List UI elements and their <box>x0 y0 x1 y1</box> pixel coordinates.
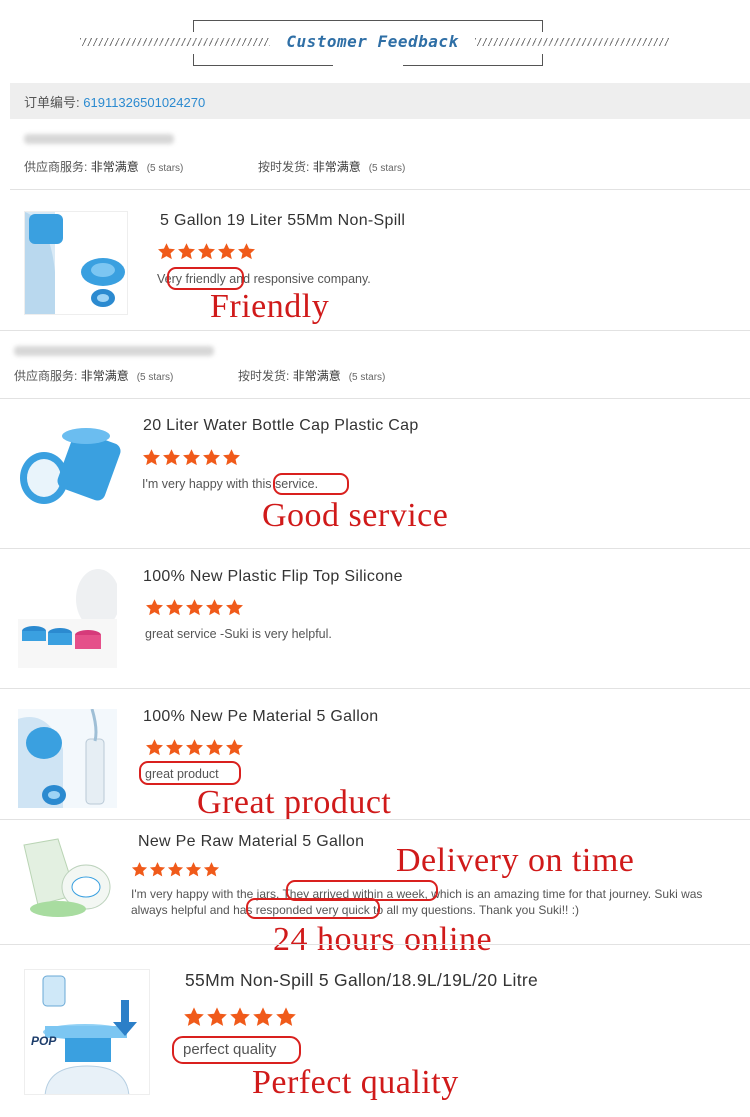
order-label: 订单编号: <box>24 95 80 110</box>
star-icon <box>198 243 215 260</box>
rating-stars-3 <box>145 598 244 617</box>
product-thumb-5[interactable] <box>18 835 114 925</box>
product-thumb-2[interactable] <box>14 416 128 516</box>
star-icon <box>226 599 243 616</box>
annotation-label-6: Perfect quality <box>252 1064 459 1101</box>
review-title-5[interactable]: New Pe Raw Material 5 Gallon <box>138 833 364 851</box>
divider <box>10 189 750 190</box>
order-bar: 订单编号: 61911326501024270 <box>10 83 750 119</box>
delivery-rating: 按时发货: 非常满意 (5 stars) <box>258 160 406 174</box>
review-title-3[interactable]: 100% New Plastic Flip Top Silicone <box>143 568 403 586</box>
divider <box>0 548 750 549</box>
divider <box>0 944 750 945</box>
star-icon <box>158 243 175 260</box>
divider <box>0 688 750 689</box>
review-title-6[interactable]: 55Mm Non-Spill 5 Gallon/18.9L/19L/20 Lit… <box>185 970 538 991</box>
review-title-4[interactable]: 100% New Pe Material 5 Gallon <box>143 708 378 726</box>
highlight-oval-5b <box>246 898 380 919</box>
star-icon <box>226 739 243 756</box>
star-icon <box>223 449 240 466</box>
review-title-1[interactable]: 5 Gallon 19 Liter 55Mm Non-Spill <box>160 212 405 230</box>
highlight-oval-2 <box>273 473 349 495</box>
highlight-oval-4 <box>139 761 241 785</box>
header-hatch-right <box>475 38 670 46</box>
rating-stars-4 <box>145 738 244 757</box>
annotation-label-5a: Delivery on time <box>396 842 635 879</box>
review-text-3: great service -Suki is very helpful. <box>145 627 332 641</box>
star-icon <box>166 599 183 616</box>
order-number[interactable]: 61911326501024270 <box>83 95 205 110</box>
star-icon <box>253 1007 273 1026</box>
annotation-label-5b: 24 hours online <box>273 921 493 958</box>
rating-stars-5 <box>131 861 220 878</box>
rating-stars-2 <box>142 448 241 467</box>
annotation-label-1: Friendly <box>210 288 330 325</box>
star-icon <box>230 1007 250 1026</box>
pop-badge: POP <box>31 1034 57 1048</box>
star-icon <box>131 862 148 877</box>
divider <box>0 330 750 331</box>
star-icon <box>163 449 180 466</box>
divider <box>0 819 750 820</box>
star-icon <box>166 739 183 756</box>
star-icon <box>146 599 163 616</box>
highlight-oval-1 <box>167 267 244 290</box>
star-icon <box>218 243 235 260</box>
star-icon <box>276 1007 296 1026</box>
annotation-label-4: Great product <box>197 784 392 821</box>
header-hatch-left <box>80 38 270 46</box>
star-icon <box>203 449 220 466</box>
star-icon <box>167 862 184 877</box>
service-rating: 供应商服务: 非常满意 (5 stars) <box>24 160 184 174</box>
star-icon <box>178 243 195 260</box>
divider <box>0 398 750 399</box>
service-rating: 供应商服务: 非常满意 (5 stars) <box>14 369 174 383</box>
star-icon <box>143 449 160 466</box>
star-icon <box>238 243 255 260</box>
star-icon <box>184 1007 204 1026</box>
star-icon <box>203 862 220 877</box>
star-icon <box>185 862 202 877</box>
delivery-rating: 按时发货: 非常满意 (5 stars) <box>238 369 386 383</box>
star-icon <box>186 599 203 616</box>
blurred-buyer-name <box>14 346 214 356</box>
star-icon <box>149 862 166 877</box>
rating-stars-6 <box>183 1006 297 1028</box>
rating-stars-1 <box>157 242 256 261</box>
header-title: Customer Feedback <box>286 32 459 51</box>
review-title-2[interactable]: 20 Liter Water Bottle Cap Plastic Cap <box>143 417 419 435</box>
product-thumb-6[interactable]: POP <box>24 969 150 1095</box>
blurred-buyer-name <box>24 134 174 144</box>
star-icon <box>206 739 223 756</box>
star-icon <box>186 739 203 756</box>
annotation-label-2: Good service <box>262 497 449 534</box>
star-icon <box>207 1007 227 1026</box>
product-thumb-4[interactable] <box>18 709 117 808</box>
highlight-oval-6 <box>172 1036 301 1064</box>
star-icon <box>183 449 200 466</box>
star-icon <box>146 739 163 756</box>
product-thumb-3[interactable] <box>18 569 117 668</box>
star-icon <box>206 599 223 616</box>
product-thumb-1[interactable] <box>24 211 128 315</box>
